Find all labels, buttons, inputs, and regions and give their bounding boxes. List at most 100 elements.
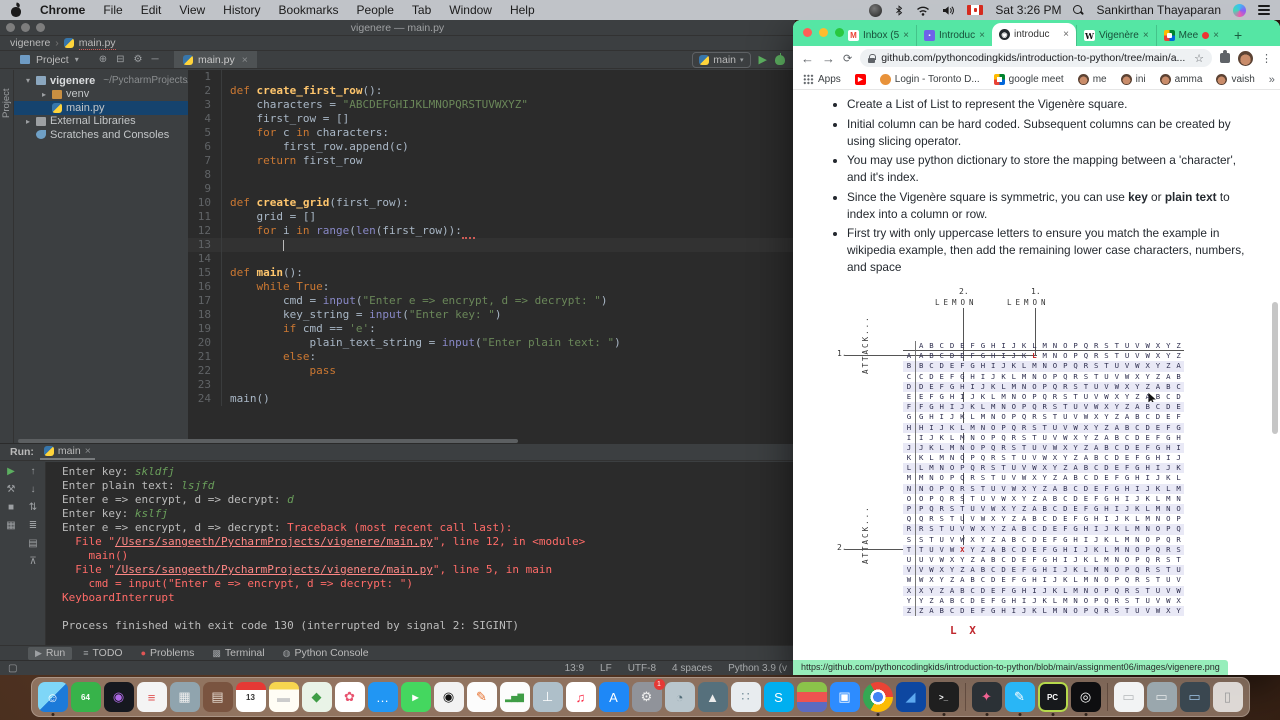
code-line-17[interactable]: 17 cmd = input("Enter e => encrypt, d =>…: [188, 294, 795, 308]
soft-wrap-icon[interactable]: ⇅: [29, 502, 37, 513]
menu-user-name[interactable]: Sankirthan Thayaparan: [1096, 3, 1221, 17]
dock-item-minimized-window-3[interactable]: ▭: [1179, 682, 1210, 712]
code-line-21[interactable]: 21 else:: [188, 350, 795, 364]
bookmarks-overflow-icon[interactable]: »: [1269, 74, 1275, 86]
bookmark-vaish[interactable]: vaish: [1216, 74, 1255, 85]
code-line-24[interactable]: 24 main(): [188, 392, 795, 406]
bookmark-google-meet[interactable]: google meet: [993, 74, 1064, 85]
new-tab-button[interactable]: +: [1234, 27, 1242, 46]
chrome-menu-icon[interactable]: ⋮: [1261, 52, 1272, 65]
code-line-3[interactable]: 3 characters = "ABCDEFGHIJKLMNOPQRSTUVWX…: [188, 98, 795, 112]
bookmark-me[interactable]: me: [1077, 74, 1107, 85]
menu-item-bookmarks[interactable]: Bookmarks: [279, 3, 339, 17]
minimize-window-button[interactable]: [819, 28, 828, 37]
menu-item-help[interactable]: Help: [510, 3, 535, 17]
clear-all-icon[interactable]: ⊼: [29, 556, 36, 567]
browser-tab-vigen-re[interactable]: W Vigenère ×: [1075, 25, 1156, 46]
dock-item-facetime[interactable]: ▶: [400, 682, 431, 712]
page-scrollbar[interactable]: [1272, 302, 1278, 434]
notification-center-icon[interactable]: [1258, 5, 1270, 15]
code-line-2[interactable]: 2 def create_first_row():: [188, 84, 795, 98]
tree-item-main-py[interactable]: main.py: [14, 101, 188, 115]
dock-item-bluestacks[interactable]: 64: [70, 682, 101, 712]
run-configuration-select[interactable]: main ▾: [692, 51, 751, 68]
code-line-22[interactable]: 22 pass: [188, 364, 795, 378]
close-tab-icon[interactable]: ×: [1143, 30, 1149, 41]
editor-horizontal-scrollbar[interactable]: [18, 439, 518, 443]
reload-button[interactable]: ⟳: [843, 52, 852, 65]
code-line-4[interactable]: 4 first_row = []: [188, 112, 795, 126]
tool-window-tab-python-console[interactable]: ◍ Python Console: [276, 647, 376, 660]
browser-tab-inbox-5[interactable]: M Inbox (5 ×: [841, 25, 916, 46]
dock-item-photos[interactable]: ✿: [334, 682, 365, 712]
code-line-23[interactable]: 23: [188, 378, 795, 392]
code-line-13[interactable]: 13: [188, 238, 795, 252]
debug-button[interactable]: [775, 52, 785, 65]
menu-item-people[interactable]: People: [357, 3, 394, 17]
traceback-file-link[interactable]: /Users/sangeeth/PycharmProjects/vigenere…: [115, 563, 433, 576]
print-icon[interactable]: ▤: [28, 538, 37, 549]
close-tab-icon[interactable]: ×: [1063, 29, 1069, 40]
bookmark-star-icon[interactable]: ☆: [1194, 52, 1204, 65]
status-item[interactable]: 13:9: [565, 663, 584, 674]
status-item[interactable]: 4 spaces: [672, 663, 712, 674]
menu-item-tab[interactable]: Tab: [412, 3, 431, 17]
wifi-icon[interactable]: [916, 5, 930, 16]
dock-item-pencil-app[interactable]: ✎: [1004, 682, 1035, 716]
close-window-button[interactable]: [803, 28, 812, 37]
toolbar-icon[interactable]: ⊕: [99, 54, 107, 65]
dock-item-notes[interactable]: ▬: [268, 682, 299, 712]
input-source-flag-icon[interactable]: [967, 5, 984, 15]
toolbar-icon[interactable]: ⊟: [116, 54, 124, 65]
menu-item-history[interactable]: History: [223, 3, 260, 17]
browser-tab-mee[interactable]: Mee ×: [1155, 25, 1226, 46]
restore-layout-icon[interactable]: ▦: [6, 520, 15, 531]
status-item[interactable]: UTF-8: [628, 663, 656, 674]
dock-item-preview[interactable]: ◔: [664, 682, 695, 712]
tree-item-venv[interactable]: ▸ venv: [14, 88, 188, 102]
padlock-icon[interactable]: [868, 53, 877, 63]
dock-item-paint-app[interactable]: ✦: [971, 682, 1002, 716]
down-stack-trace-icon[interactable]: ↓: [31, 484, 36, 495]
dock-item-calendar[interactable]: 13: [235, 682, 266, 712]
dock-item-skype[interactable]: S: [763, 682, 794, 712]
volume-icon[interactable]: [942, 5, 955, 16]
rerun-button[interactable]: ▶: [7, 466, 15, 477]
code-line-11[interactable]: 11 grid = []: [188, 210, 795, 224]
code-line-7[interactable]: 7 return first_row: [188, 154, 795, 168]
menu-item-chrome[interactable]: Chrome: [40, 3, 85, 17]
dock-item-photo-viewer[interactable]: ▦: [169, 682, 200, 712]
dock-item-terminal[interactable]: >_: [928, 682, 959, 716]
spotlight-icon[interactable]: [1073, 4, 1084, 16]
code-line-5[interactable]: 5 for c in characters:: [188, 126, 795, 140]
breadcrumb-file[interactable]: main.py: [78, 37, 116, 50]
forward-button[interactable]: →: [822, 51, 835, 66]
dock-item-numbers[interactable]: ▂▅▇: [499, 682, 530, 712]
dock-item-siri[interactable]: ◉: [103, 682, 134, 712]
stop-button[interactable]: ■: [8, 502, 14, 513]
code-line-12[interactable]: 12 for i in range(len(first_row)):: [188, 224, 795, 239]
status-app-icon[interactable]: [869, 3, 883, 17]
dock-item-trash[interactable]: ▯: [1212, 682, 1243, 712]
tool-window-tab-todo[interactable]: ≡ TODO: [76, 647, 129, 660]
code-line-1[interactable]: 1: [188, 70, 795, 84]
tool-window-tab-problems[interactable]: ● Problems: [134, 647, 202, 660]
status-item[interactable]: LF: [600, 663, 612, 674]
extensions-icon[interactable]: [1220, 50, 1230, 63]
code-line-6[interactable]: 6 first_row.append(c): [188, 140, 795, 154]
code-line-20[interactable]: 20 plain_text_string = input("Enter plai…: [188, 336, 795, 350]
code-line-19[interactable]: 19 if cmd == 'e':: [188, 322, 795, 336]
terminal-toggle-icon[interactable]: ▢: [8, 663, 17, 674]
code-line-18[interactable]: 18 key_string = input("Enter key: "): [188, 308, 795, 322]
browser-tab-introduc[interactable]: ◉ introduc ×: [991, 23, 1076, 46]
tool-window-tab-run[interactable]: ▶ Run: [28, 646, 73, 660]
code-line-10[interactable]: 10 def create_grid(first_row):: [188, 196, 795, 210]
editor-tab-main-py[interactable]: main.py ×: [174, 51, 257, 68]
menu-item-edit[interactable]: Edit: [141, 3, 162, 17]
bluetooth-icon[interactable]: [894, 4, 904, 17]
dock-item-contacts[interactable]: ▤: [202, 682, 233, 712]
bookmark-login-toronto-d-[interactable]: Login - Toronto D...: [879, 74, 980, 85]
menu-item-window[interactable]: Window: [449, 3, 492, 17]
back-button[interactable]: ←: [801, 51, 814, 66]
close-tab-icon[interactable]: ×: [1213, 30, 1219, 41]
